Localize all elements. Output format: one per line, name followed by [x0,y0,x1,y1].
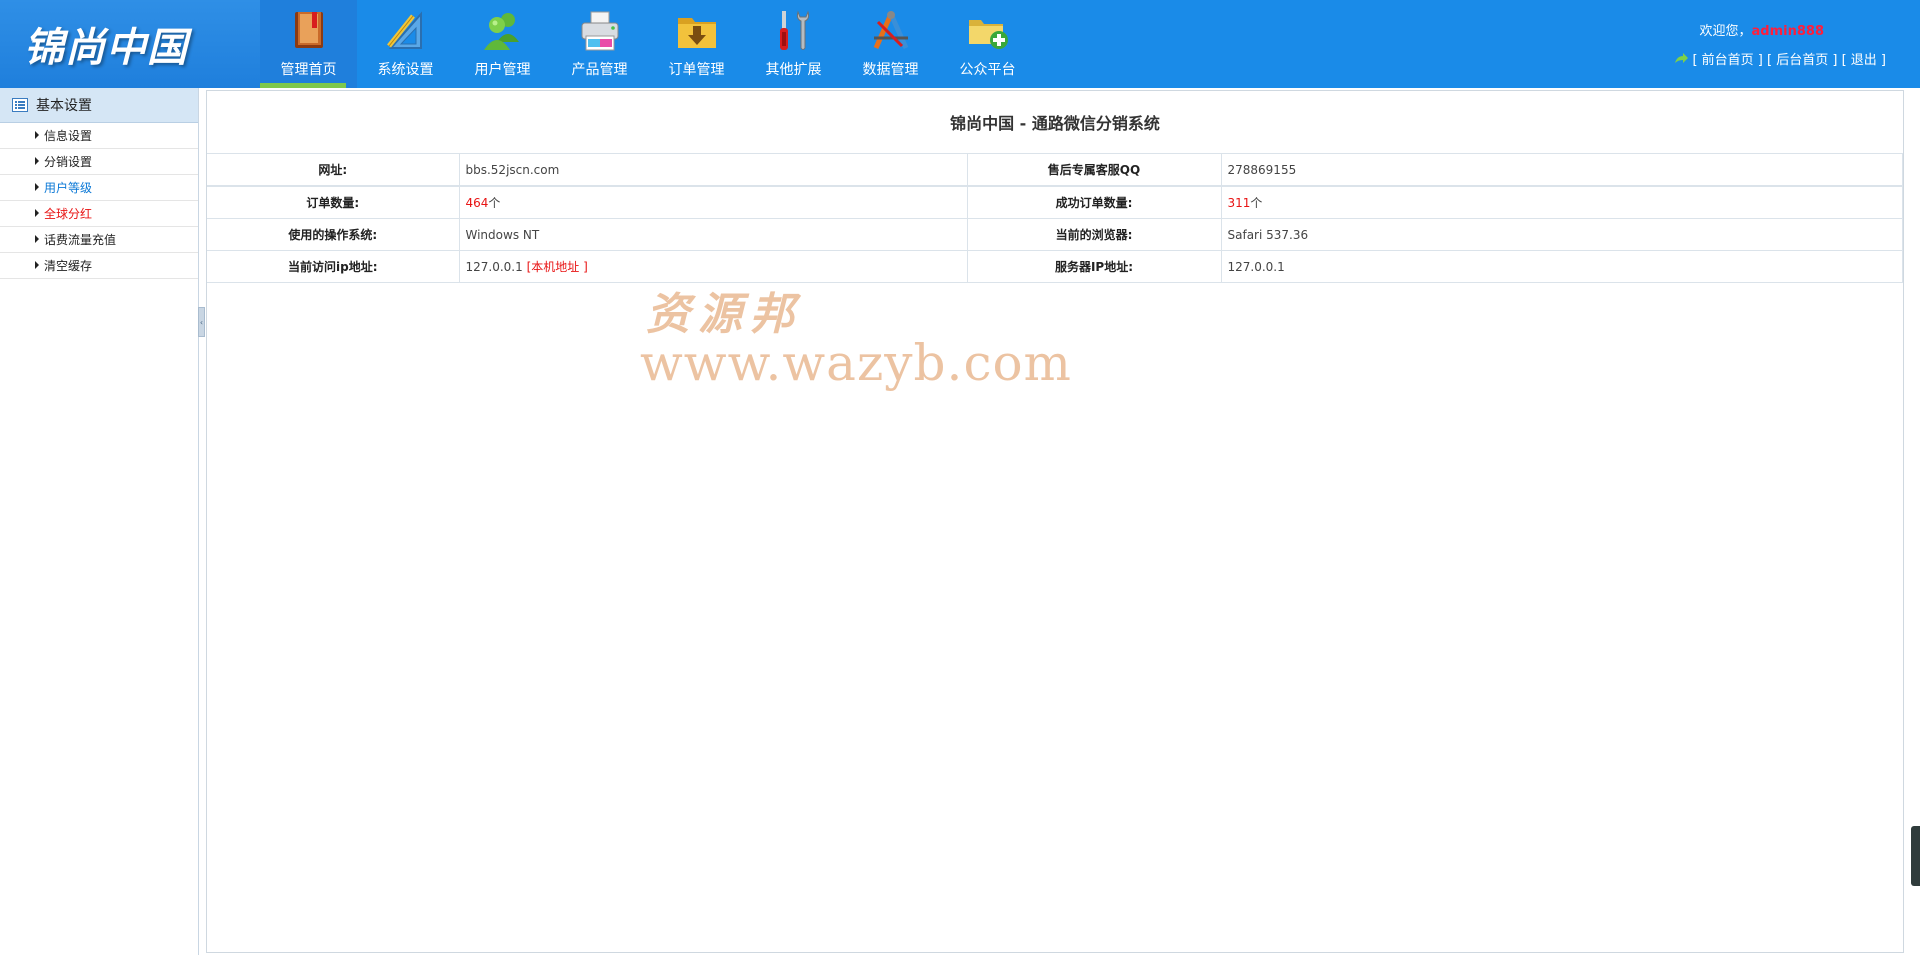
table-row: 网址: bbs.52jscn.com 售后专属客服QQ 278869155 [207,154,1903,187]
visitor-ip-value: 127.0.0.1 [本机地址 ] [459,250,968,283]
user-box: 欢迎您，admin888 [ 前台首页 ] [ 后台首页 ] [ 退出 ] [1674,20,1886,68]
nav-label: 数据管理 [862,62,919,78]
nav-item-public-platform[interactable]: 公众平台 [939,0,1036,88]
site-url-value: bbs.52jscn.com [459,154,968,187]
nav-label: 公众平台 [959,62,1016,78]
visitor-ip: 127.0.0.1 [465,260,523,274]
sidebar-item-label: 信息设置 [44,129,93,143]
success-order-unit: 个 [1250,196,1263,210]
sidebar-item-phone-recharge[interactable]: 话费流量充值 [0,227,198,253]
nav-item-data-management[interactable]: 数据管理 [842,0,939,88]
cell-label: 服务器IP地址: [967,250,1222,283]
logo: 锦尚中国 [0,0,260,88]
sidebar-item-global-dividend[interactable]: 全球分红 [0,201,198,227]
page-title: 锦尚中国 - 通路微信分销系统 [207,91,1903,154]
browser-value: Safari 537.36 [1221,218,1903,251]
top-header: 锦尚中国 管理首页 系统设置 用户管理 产品管理 订单管理 其他扩展 数据管理 … [0,0,1920,88]
main-content: 锦尚中国 - 通路微信分销系统 网址: bbs.52jscn.com 售后专属客… [206,90,1904,953]
logo-text: 锦尚中国 [24,24,188,71]
success-order-value: 311个 [1221,186,1903,219]
sidebar-item-distribution-settings[interactable]: 分销设置 [0,149,198,175]
front-home-link[interactable]: [ 前台首页 ] [1692,49,1762,68]
tools-icon [779,10,809,50]
sidebar-collapse-handle[interactable]: ‹ [198,307,205,337]
book-icon [294,12,323,48]
cell-label: 使用的操作系统: [207,218,460,251]
back-home-link[interactable]: [ 后台首页 ] [1767,49,1837,68]
header-links: [ 前台首页 ] [ 后台首页 ] [ 退出 ] [1674,49,1886,68]
system-info-table: 网址: bbs.52jscn.com 售后专属客服QQ 278869155 订单… [207,154,1903,283]
folder-download-icon [677,18,716,48]
logout-link[interactable]: [ 退出 ] [1842,49,1886,68]
compass-icon [873,11,908,50]
nav-label: 用户管理 [474,62,531,78]
list-icon [12,98,28,112]
bracket-close: ] [579,260,588,274]
order-count-value: 464个 [459,186,968,219]
sidebar-item-label: 全球分红 [44,207,93,221]
nav-label: 产品管理 [571,62,628,78]
sidebar-item-label: 话费流量充值 [44,233,117,247]
ruler-icon [386,11,422,49]
folder-add-icon [968,20,1008,49]
success-order-number: 311 [1227,196,1251,210]
support-qq-value: 278869155 [1221,154,1903,187]
sidebar-item-label: 用户等级 [44,181,93,195]
sidebar-item-label: 分销设置 [44,155,93,169]
server-ip-value: 127.0.0.1 [1221,250,1903,283]
sidebar-title: 基本设置 [36,98,92,114]
cell-label: 订单数量: [207,186,460,219]
nav-item-user-management[interactable]: 用户管理 [454,0,551,88]
table-row: 当前访问ip地址: 127.0.0.1 [本机地址 ] 服务器IP地址: 127… [207,250,1903,283]
sidebar-item-label: 清空缓存 [44,259,93,273]
sidebar-header[interactable]: 基本设置 [0,88,198,123]
users-icon [483,13,519,50]
sidebar-item-user-level[interactable]: 用户等级 [0,175,198,201]
welcome-text: 欢迎您， [1699,24,1752,39]
nav-label: 订单管理 [668,62,725,78]
nav-item-home[interactable]: 管理首页 [260,0,357,88]
nav-label: 其他扩展 [765,62,822,78]
top-nav: 管理首页 系统设置 用户管理 产品管理 订单管理 其他扩展 数据管理 公众平台 [260,0,1036,88]
arrow-icon [1675,52,1689,63]
welcome-line: 欢迎您，admin888 [1674,20,1825,39]
cell-label: 售后专属客服QQ [967,154,1222,187]
nav-label: 系统设置 [377,62,434,78]
sidebar-item-info-settings[interactable]: 信息设置 [0,123,198,149]
cell-label: 成功订单数量: [967,186,1222,219]
sidebar-item-clear-cache[interactable]: 清空缓存 [0,253,198,279]
order-count-unit: 个 [488,196,501,210]
nav-item-system-settings[interactable]: 系统设置 [357,0,454,88]
side-scroll-widget[interactable] [1911,826,1920,886]
nav-item-product-management[interactable]: 产品管理 [551,0,648,88]
nav-label: 管理首页 [280,62,337,78]
table-row: 使用的操作系统: Windows NT 当前的浏览器: Safari 537.3… [207,218,1903,251]
cell-label: 当前的浏览器: [967,218,1222,251]
cell-label: 当前访问ip地址: [207,250,460,283]
username: admin888 [1751,24,1824,39]
cell-label: 网址: [207,154,460,187]
nav-item-other-extensions[interactable]: 其他扩展 [745,0,842,88]
printer-icon [581,11,618,51]
os-value: Windows NT [459,218,968,251]
nav-item-order-management[interactable]: 订单管理 [648,0,745,88]
sidebar: 基本设置 信息设置 分销设置 用户等级 全球分红 话费流量充值 清空缓存 [0,88,199,955]
order-count-number: 464 [465,196,489,210]
table-row: 订单数量: 464个 成功订单数量: 311个 [207,186,1903,219]
local-address-link[interactable]: 本机地址 [531,260,579,274]
bracket-open: [ [522,260,532,274]
